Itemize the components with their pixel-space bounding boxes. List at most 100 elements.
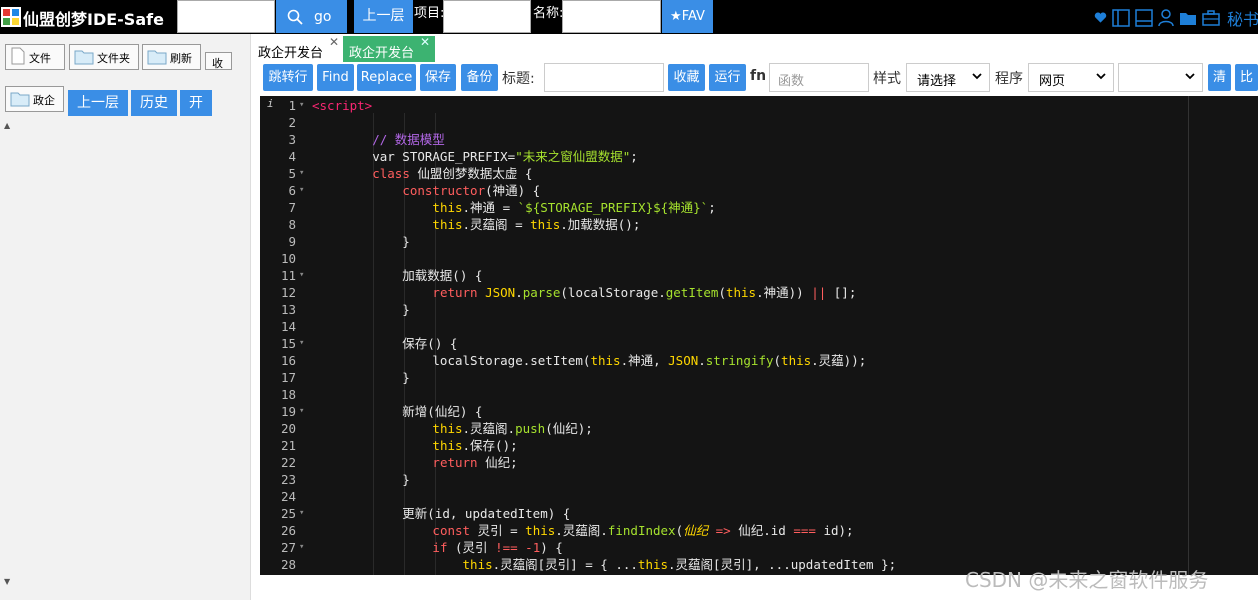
tab-close-icon[interactable]: ✕ [329,35,339,49]
line-number: 8 [288,217,296,232]
code-line[interactable]: 14 [260,318,1258,335]
find-button[interactable]: Find [317,64,354,91]
code-line[interactable]: 18 [260,386,1258,403]
code-line[interactable]: 8 this.灵蕴阁 = this.加载数据(); [260,216,1258,233]
program-select-value: 网页 [1039,74,1066,89]
go-button[interactable]: go [276,0,347,33]
code-line[interactable]: 4 var STORAGE_PREFIX="未来之窗仙盟数据"; [260,148,1258,165]
code-line[interactable]: 25 ▾ 更新(id, updatedItem) { [260,505,1258,522]
fold-toggle-icon[interactable]: ▾ [299,505,304,522]
app-logo-icon [1,7,21,27]
name-input[interactable] [562,0,661,33]
code-line[interactable]: 27 ▾ if (灵引 !== -1) { [260,539,1258,556]
history-button[interactable]: 历史 [131,90,177,116]
code-line[interactable]: 2 [260,114,1258,131]
sidebar-layout-icon[interactable] [1112,9,1130,27]
code-line[interactable]: 23 } [260,471,1258,488]
collect-button[interactable]: 收藏 [668,64,705,91]
style-select-value: 请选择 [917,74,957,89]
path-input[interactable] [177,0,275,33]
code-line[interactable]: 13 } [260,301,1258,318]
left-up-level-button[interactable]: 上一层 [68,90,128,116]
code-text: 新增(仙纪) { [312,404,483,419]
editor-tab-2[interactable]: 政企开发台 ✕ [343,35,435,62]
fold-toggle-icon[interactable]: ▾ [299,182,304,199]
new-file-button[interactable]: 文件 [5,44,65,70]
folder-icon[interactable] [1179,10,1197,26]
code-line[interactable]: 7 this.神通 = `${STORAGE_PREFIX}${神通}`; [260,199,1258,216]
code-line[interactable]: 10 [260,250,1258,267]
code-text: } [312,370,410,385]
gov-folder-label: 政企 [33,94,55,107]
code-text: } [312,234,410,249]
code-line[interactable]: 26 const 灵引 = this.灵蕴阁.findIndex(仙纪 => 仙… [260,522,1258,539]
code-line[interactable]: 11 ▾ 加载数据() { [260,267,1258,284]
code-text: const 灵引 = this.灵蕴阁.findIndex(仙纪 => 仙纪.i… [432,523,854,538]
chevron-down-icon [1185,73,1195,80]
program-select[interactable]: 网页 [1028,63,1114,92]
fav-button[interactable]: ★FAV [662,0,713,33]
refresh-label: 刷新 [170,52,192,65]
title-label: 标题: [502,71,535,87]
code-editor[interactable]: i 1 ▾ <script> 2 3 // 数据模型 4 var STORAGE_PREF… [260,96,1258,575]
collapse-button[interactable]: 收 [205,52,232,70]
code-line[interactable]: 6 ▾ constructor(神通) { [260,182,1258,199]
scroll-up-arrow-icon[interactable]: ▲ [4,121,10,130]
user-icon[interactable] [1158,9,1174,27]
fold-toggle-icon[interactable]: ▾ [299,335,304,352]
refresh-button[interactable]: 刷新 [142,44,201,70]
scroll-down-arrow-icon[interactable]: ▼ [4,577,10,586]
tab-1-label: 政企开发台 [258,46,324,61]
code-line[interactable]: 3 // 数据模型 [260,131,1258,148]
code-line[interactable]: 9 } [260,233,1258,250]
line-number: 23 [280,472,296,487]
style-select[interactable]: 请选择 [906,63,990,92]
code-line[interactable]: 1 ▾ <script> [260,97,1258,114]
line-number: 24 [280,489,296,504]
code-line[interactable]: 19 ▾ 新增(仙纪) { [260,403,1258,420]
run-button[interactable]: 运行 [709,64,746,91]
editor-tab-1[interactable]: 政企开发台 ✕ [252,35,342,62]
code-line[interactable]: 16 localStorage.setItem(this.神通, JSON.st… [260,352,1258,369]
code-line[interactable]: 24 [260,488,1258,505]
title-input[interactable] [544,63,664,92]
bottom-panel-icon[interactable] [1135,9,1153,27]
briefcase-icon[interactable] [1202,10,1220,26]
heart-icon[interactable] [1094,11,1107,25]
app-title: 仙盟创梦IDE-Safe [23,10,164,29]
gov-folder-button[interactable]: 政企 [5,86,64,112]
line-number: 7 [288,200,296,215]
replace-button[interactable]: Replace [357,64,416,91]
new-folder-button[interactable]: 文件夹 [69,44,139,70]
fold-toggle-icon[interactable]: ▾ [299,97,304,114]
code-line[interactable]: 20 this.灵蕴阁.push(仙纪); [260,420,1258,437]
compare-button[interactable]: 比 [1235,64,1258,91]
tab-close-icon[interactable]: ✕ [420,35,430,49]
goto-line-button[interactable]: 跳转行 [263,64,313,91]
code-line[interactable]: 21 this.保存(); [260,437,1258,454]
code-line[interactable]: 5 ▾ class 仙盟创梦数据太虚 { [260,165,1258,182]
fold-toggle-icon[interactable]: ▾ [299,539,304,556]
secretary-link[interactable]: 秘书 [1227,6,1258,30]
code-line[interactable]: 15 ▾ 保存() { [260,335,1258,352]
function-input[interactable]: 函数 [769,63,869,92]
code-line[interactable]: 22 return 仙纪; [260,454,1258,471]
up-level-button[interactable]: 上一层 [354,0,413,33]
line-number: 12 [280,285,296,300]
fold-toggle-icon[interactable]: ▾ [299,165,304,182]
code-line[interactable]: 12 return JSON.parse(localStorage.getIte… [260,284,1258,301]
fold-toggle-icon[interactable]: ▾ [299,403,304,420]
line-number: 1 [288,98,296,113]
project-input[interactable] [443,0,531,33]
project-label: 项目: [414,6,445,21]
clear-button[interactable]: 清 [1208,64,1231,91]
code-text: constructor(神通) { [402,183,541,198]
line-number: 18 [280,387,296,402]
extra-select[interactable] [1118,63,1203,92]
new-folder-label: 文件夹 [97,52,130,65]
open-button[interactable]: 开 [180,90,212,116]
code-line[interactable]: 17 } [260,369,1258,386]
save-button[interactable]: 保存 [420,64,456,91]
backup-button[interactable]: 备份 [461,64,498,91]
fold-toggle-icon[interactable]: ▾ [299,267,304,284]
